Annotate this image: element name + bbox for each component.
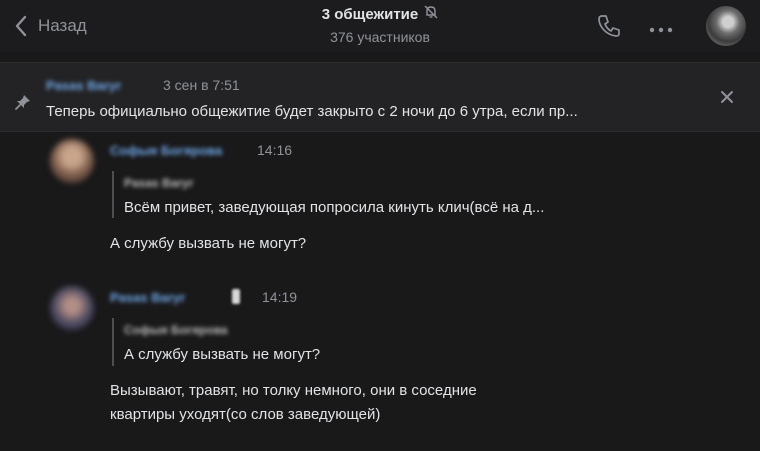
chat-subtitle: 376 участников [330,29,430,45]
reply-bar [112,318,114,366]
back-button[interactable]: Назад [14,12,87,40]
reply-text[interactable]: Всём привет, заведующая попросила кинуть… [124,199,544,216]
message-author[interactable]: Pasas Baryr [110,290,185,305]
reply-bar [112,171,114,218]
pinned-date: 3 сен в 7:51 [163,77,240,93]
avatar[interactable] [50,139,94,183]
message-text-line: квартиры уходят(со слов заведующей) [110,406,381,423]
phone-icon[interactable] [596,13,622,44]
admin-badge-icon [232,289,240,304]
close-icon[interactable] [720,90,734,109]
pinned-message[interactable]: Pasas Baryr 3 сен в 7:51 Теперь официаль… [0,62,760,132]
chat-title: 3 общежитие [321,6,419,23]
message-time: 14:19 [262,289,298,305]
pinned-text: Теперь официально общежитие будет закрыт… [46,103,578,120]
message-time: 14:16 [257,142,293,158]
chat-title-block[interactable]: 3 общежитие 376 участников [250,5,510,45]
message-text-line: Вызывают, травят, но толку немного, они … [110,382,477,399]
more-icon[interactable] [648,21,674,39]
chat-header: Назад 3 общежитие 376 участников [0,0,760,52]
message-text: А службу вызвать не могут? [110,235,307,252]
chat-avatar[interactable] [706,6,746,46]
pinned-author[interactable]: Pasas Baryr [46,78,121,93]
reply-text[interactable]: А службу вызвать не могут? [124,346,320,363]
pin-icon [14,93,32,116]
reply-author[interactable]: Софыя Богярова [124,323,228,337]
chevron-left-icon [14,15,28,37]
avatar[interactable] [50,286,94,330]
reply-author[interactable]: Pasas Baryr [124,176,193,190]
message-author[interactable]: Софыя Богярова [110,143,222,158]
muted-bell-icon [424,5,438,24]
back-label: Назад [38,16,87,35]
